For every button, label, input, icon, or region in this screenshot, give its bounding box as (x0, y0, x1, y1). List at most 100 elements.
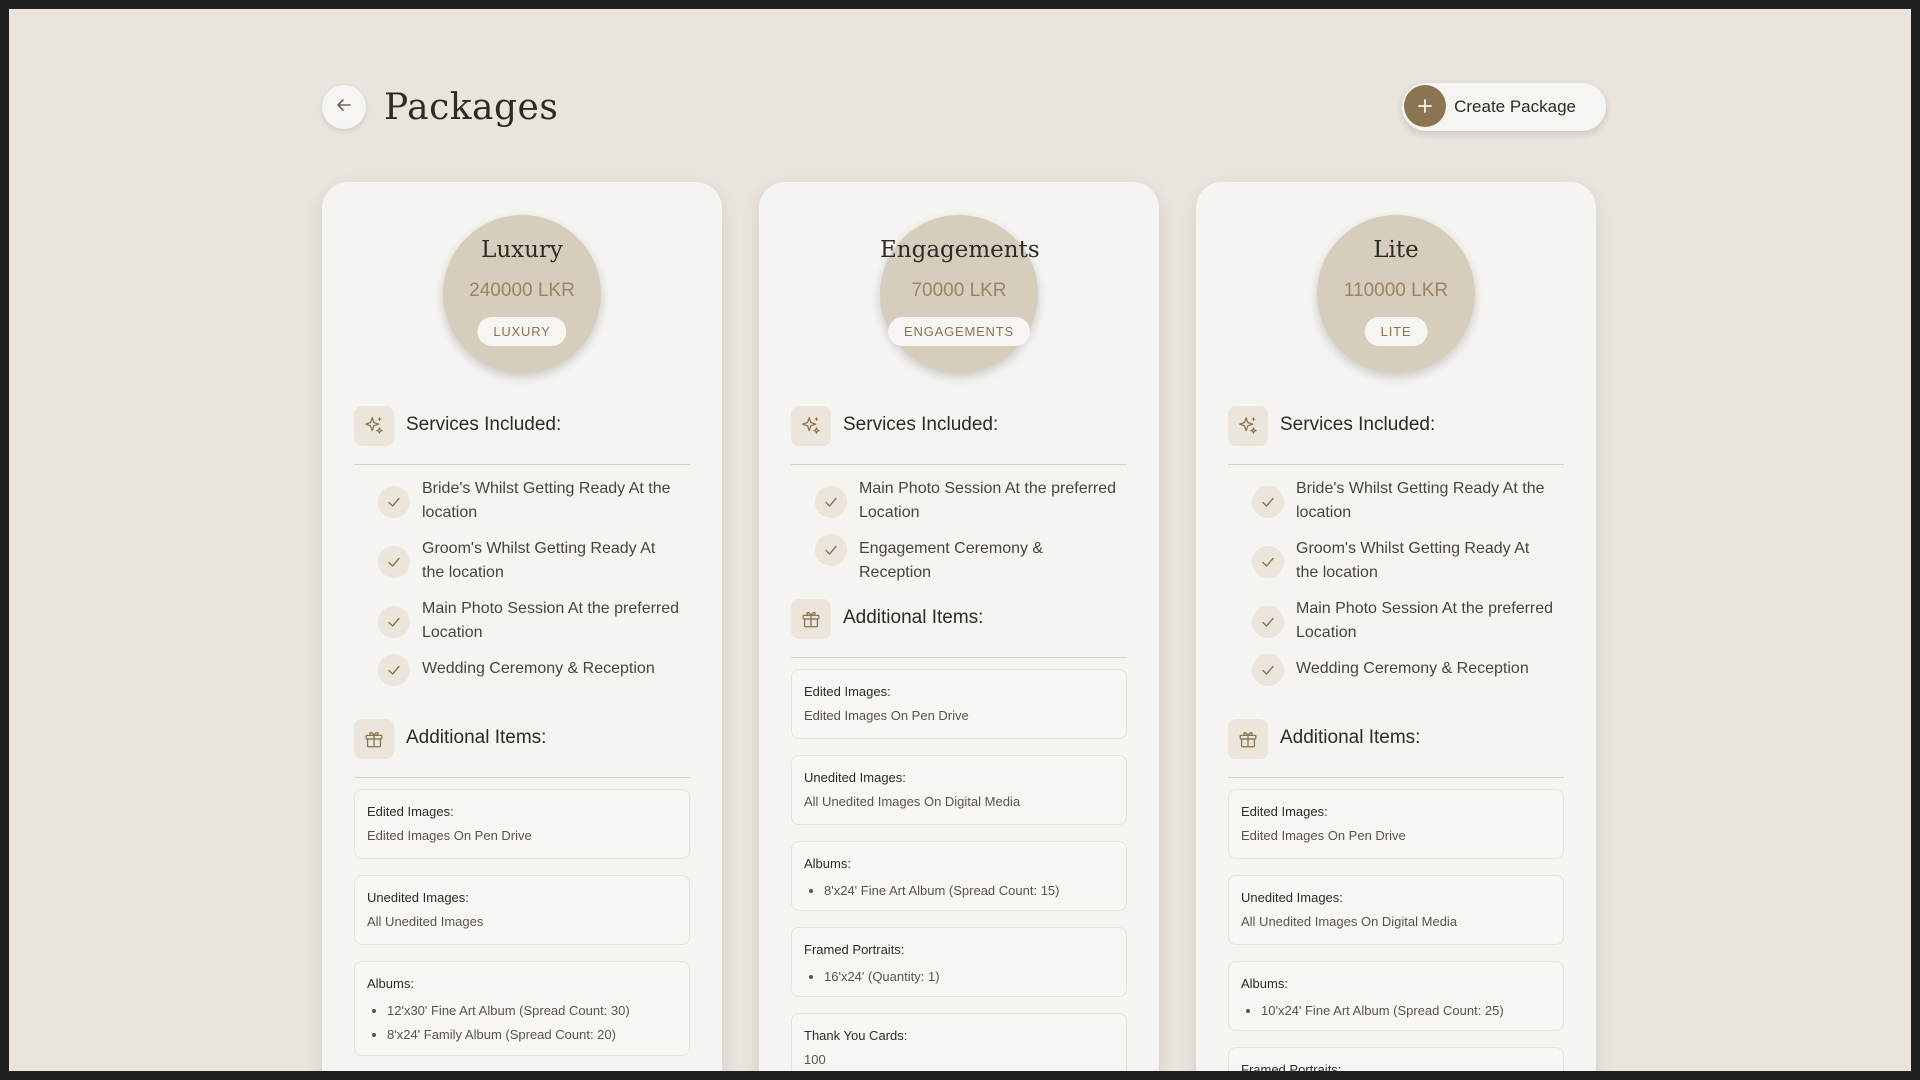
list-item: 16'x24' (Quantity: 1) (824, 965, 1114, 989)
item-value: Edited Images On Pen Drive (367, 828, 532, 843)
package-price: 70000 LKR (911, 280, 1007, 301)
package-card-luxury[interactable]: Luxury 240000 LKR LUXURY Services Includ… (322, 182, 722, 1071)
item-edited-images: Edited Images: Edited Images On Pen Driv… (1228, 789, 1564, 859)
price-badge: Engagements 70000 LKR ENGAGEMENTS (880, 215, 1040, 373)
item-unedited-images: Unedited Images: All Unedited Images On … (791, 755, 1127, 825)
item-label: Albums: (1241, 976, 1288, 991)
app-frame: Packages Create Package Luxury 240000 LK… (9, 9, 1911, 1071)
check-icon (378, 654, 410, 686)
item-value: All Unedited Images (367, 914, 484, 929)
check-icon (1252, 606, 1284, 638)
package-name: Lite (1373, 237, 1419, 263)
package-card-engagements[interactable]: Engagements 70000 LKR ENGAGEMENTS Servic… (759, 182, 1159, 1071)
item-unedited-images: Unedited Images: All Unedited Images On … (1228, 875, 1564, 945)
package-name: Luxury (481, 237, 563, 263)
item-edited-images: Edited Images: Edited Images On Pen Driv… (354, 789, 690, 859)
item-label: Framed Portraits: (804, 942, 905, 957)
plus-icon (1404, 85, 1447, 127)
item-albums: Albums: 10'x24' Fine Art Album (Spread C… (1228, 961, 1564, 1031)
item-albums: Albums: 8'x24' Fine Art Album (Spread Co… (791, 841, 1127, 911)
item-list: 12'x30' Fine Art Album (Spread Count: 30… (367, 999, 677, 1047)
item-value: Edited Images On Pen Drive (804, 708, 969, 723)
additional-header: Additional Items: (791, 599, 1127, 658)
service-text: Main Photo Session At the preferred Loca… (1296, 600, 1554, 641)
create-package-label: Create Package (1454, 97, 1576, 116)
service-text: Groom's Whilst Getting Ready At the loca… (422, 540, 656, 581)
check-icon (1252, 654, 1284, 686)
item-list: 10'x24' Fine Art Album (Spread Count: 25… (1241, 999, 1551, 1023)
package-tag: LITE (1364, 317, 1428, 346)
check-icon (815, 534, 847, 566)
services-header: Services Included: (791, 406, 1127, 465)
services-header: Services Included: (1228, 406, 1564, 465)
package-card-lite[interactable]: Lite 110000 LKR LITE Services Included: … (1196, 182, 1596, 1071)
item-label: Edited Images: (804, 684, 891, 699)
item-value: Edited Images On Pen Drive (1241, 828, 1406, 843)
item-list: 8'x24' Fine Art Album (Spread Count: 15) (804, 879, 1114, 903)
page-header: Packages Create Package (322, 83, 1606, 133)
item-framed-portraits: Framed Portraits: (1228, 1047, 1564, 1071)
item-unedited-images: Unedited Images: All Unedited Images (354, 875, 690, 945)
additional-title: Additional Items: (843, 607, 984, 628)
back-button[interactable] (322, 85, 366, 129)
service-text: Engagement Ceremony & Reception (859, 540, 1044, 581)
item-label: Edited Images: (1241, 804, 1328, 819)
package-tag: ENGAGEMENTS (888, 317, 1030, 346)
item-framed-portraits: Framed Portraits: 16'x24' (Quantity: 1) (791, 927, 1127, 997)
gift-icon (354, 719, 394, 759)
additional-title: Additional Items: (406, 727, 547, 748)
gift-icon (791, 599, 831, 639)
services-title: Services Included: (1280, 414, 1436, 435)
item-value: All Unedited Images On Digital Media (804, 794, 1021, 809)
check-icon (1252, 546, 1284, 578)
item-label: Edited Images: (367, 804, 454, 819)
service-text: Bride's Whilst Getting Ready At the loca… (1296, 480, 1545, 521)
sparkles-icon (791, 406, 831, 446)
additional-title: Additional Items: (1280, 727, 1421, 748)
arrow-left-icon (334, 95, 354, 120)
services-title: Services Included: (843, 414, 999, 435)
list-item: 8'x24' Family Album (Spread Count: 20) (387, 1023, 677, 1047)
package-tag: LUXURY (477, 317, 567, 346)
item-label: Unedited Images: (367, 890, 469, 905)
check-icon (378, 546, 410, 578)
services-header: Services Included: (354, 406, 690, 465)
package-price: 110000 LKR (1343, 280, 1449, 301)
item-label: Framed Portraits: (1241, 1062, 1342, 1071)
list-item: 8'x24' Fine Art Album (Spread Count: 15) (824, 879, 1114, 903)
price-badge: Luxury 240000 LKR LUXURY (443, 215, 601, 373)
service-text: Wedding Ceremony & Reception (1296, 660, 1529, 677)
service-text: Main Photo Session At the preferred Loca… (422, 600, 680, 641)
sparkles-icon (1228, 406, 1268, 446)
gift-icon (1228, 719, 1268, 759)
item-label: Unedited Images: (804, 770, 906, 785)
item-value: 100 (804, 1052, 826, 1067)
item-label: Thank You Cards: (804, 1028, 908, 1043)
price-badge: Lite 110000 LKR LITE (1317, 215, 1475, 373)
service-text: Bride's Whilst Getting Ready At the loca… (422, 480, 671, 521)
additional-header: Additional Items: (1228, 719, 1564, 778)
list-item: 12'x30' Fine Art Album (Spread Count: 30… (387, 999, 677, 1023)
check-icon (1252, 486, 1284, 518)
check-icon (815, 486, 847, 518)
item-thank-you-cards: Thank You Cards: 100 (791, 1013, 1127, 1071)
check-icon (378, 486, 410, 518)
page-title: Packages (384, 87, 559, 128)
check-icon (378, 606, 410, 638)
list-item: 10'x24' Fine Art Album (Spread Count: 25… (1261, 999, 1551, 1023)
item-label: Unedited Images: (1241, 890, 1343, 905)
package-name: Engagements (880, 237, 1040, 263)
item-albums: Albums: 12'x30' Fine Art Album (Spread C… (354, 961, 690, 1056)
additional-header: Additional Items: (354, 719, 690, 778)
sparkles-icon (354, 406, 394, 446)
item-edited-images: Edited Images: Edited Images On Pen Driv… (791, 669, 1127, 739)
package-price: 240000 LKR (469, 280, 575, 301)
create-package-button[interactable]: Create Package (1402, 83, 1606, 131)
services-title: Services Included: (406, 414, 562, 435)
item-value: All Unedited Images On Digital Media (1241, 914, 1458, 929)
service-text: Groom's Whilst Getting Ready At the loca… (1296, 540, 1530, 581)
service-text: Main Photo Session At the preferred Loca… (859, 480, 1117, 521)
item-label: Albums: (367, 976, 414, 991)
item-list: 16'x24' (Quantity: 1) (804, 965, 1114, 989)
item-label: Albums: (804, 856, 851, 871)
